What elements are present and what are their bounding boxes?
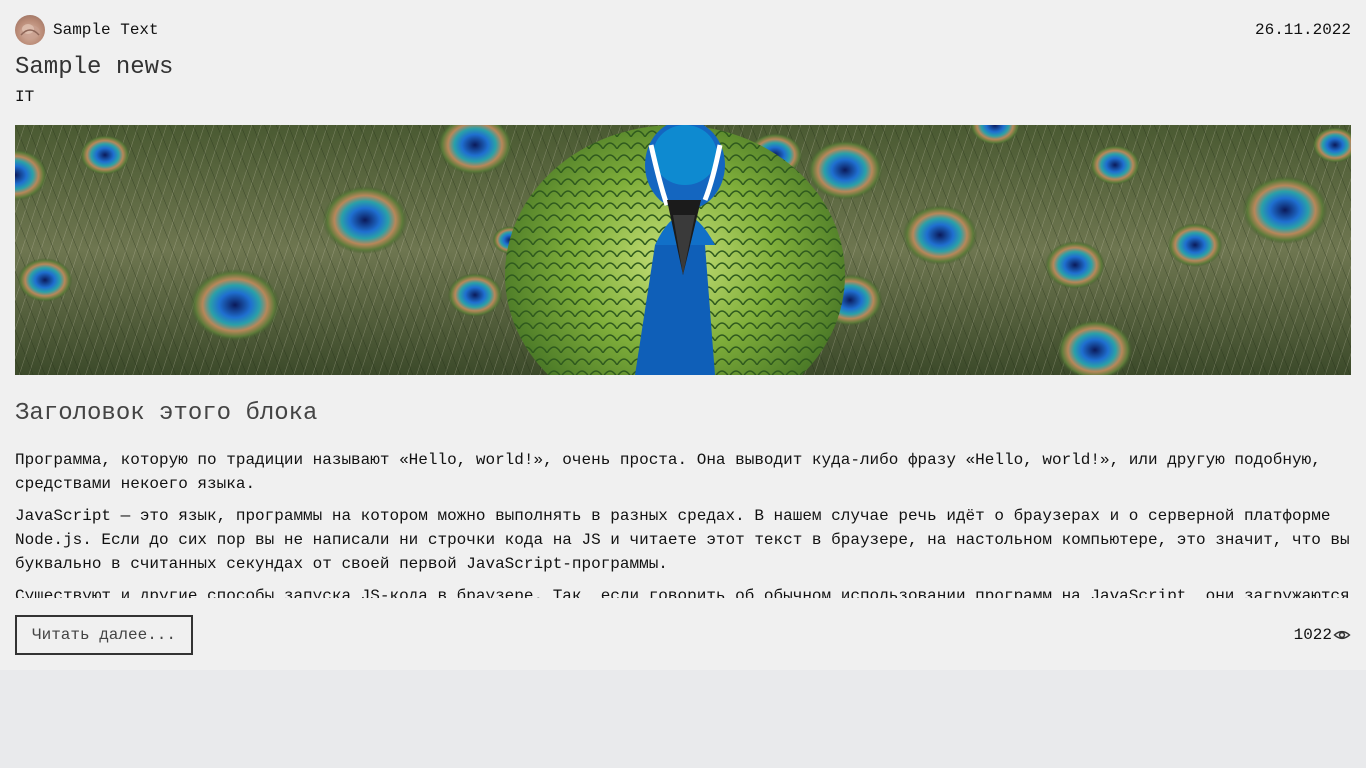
- post-category: IT: [15, 88, 35, 106]
- views-counter: 1022: [1294, 624, 1351, 646]
- feather-eye: [322, 186, 408, 254]
- views-count: 1022: [1293, 626, 1332, 644]
- feather-eye: [1167, 223, 1223, 267]
- feather-eye: [80, 135, 130, 175]
- feather-eye: [447, 273, 503, 317]
- author-name[interactable]: Sample Text: [53, 21, 159, 39]
- author-avatar[interactable]: [15, 15, 45, 45]
- block-title: Заголовок этого блока: [15, 400, 318, 427]
- avatar-image: [20, 24, 40, 39]
- news-card: Sample Text 26.11.2022 Sample news IT За…: [0, 0, 1366, 670]
- feather-eye: [17, 258, 73, 302]
- post-title: Sample news: [15, 54, 174, 81]
- paragraph: JavaScript — это язык, программы на кото…: [15, 507, 1350, 573]
- post-body: Программа, которую по традиции называют …: [15, 448, 1351, 598]
- feather-eye: [190, 269, 280, 341]
- eye-icon: [1333, 626, 1351, 644]
- feather-eye: [1242, 176, 1328, 244]
- feather-eye: [902, 205, 978, 265]
- paragraph: Программа, которую по традиции называют …: [15, 451, 1321, 493]
- peacock-image: [15, 125, 1351, 375]
- read-more-button[interactable]: Читать далее...: [15, 615, 193, 655]
- hero-image: [15, 125, 1351, 375]
- feather-eye: [1045, 241, 1105, 289]
- post-header: Sample Text 26.11.2022: [15, 15, 1351, 45]
- paragraph: Существуют и другие способы запуска JS-к…: [15, 587, 1350, 598]
- feather-eye: [1090, 145, 1140, 185]
- feather-eye: [807, 140, 883, 200]
- post-date: 26.11.2022: [1254, 21, 1351, 39]
